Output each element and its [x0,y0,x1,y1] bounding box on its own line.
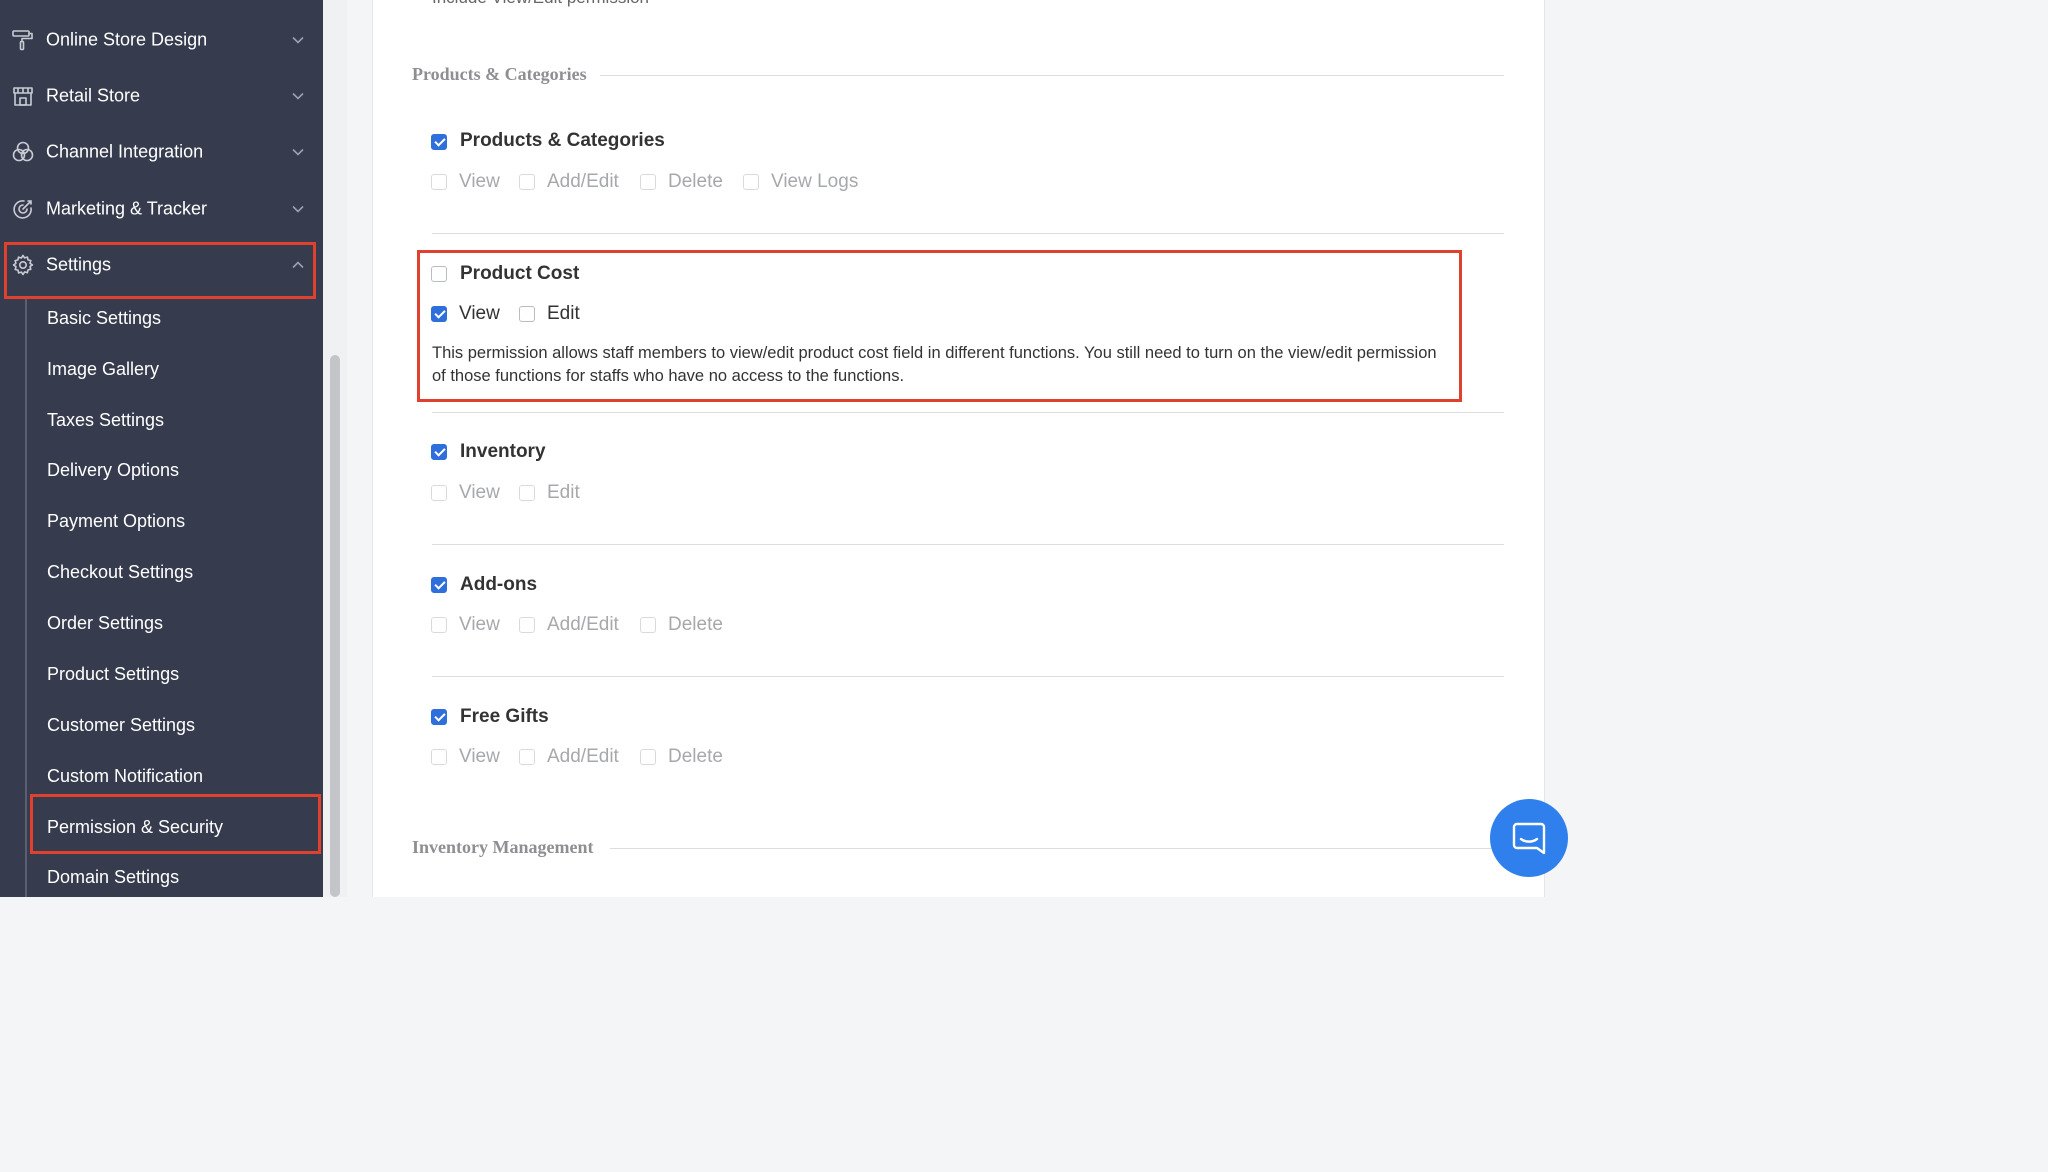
permission-title-inventory: Inventory [460,441,546,462]
submenu-item-basic-settings[interactable]: Basic Settings [47,308,161,329]
submenu-item-payment-options[interactable]: Payment Options [47,511,185,532]
inventory-view-checkbox[interactable] [431,485,447,501]
menu-label: Marketing & Tracker [46,198,208,219]
free-gifts-view-checkbox[interactable] [431,749,447,765]
section-divider [610,848,1504,849]
option-label: Add/Edit [547,171,619,192]
menu-item-marketing-tracker[interactable]: Marketing & Tracker [0,181,323,237]
row-divider [432,544,1504,545]
permission-title-addons: Add-ons [460,574,538,595]
permission-title-product-cost: Product Cost [460,263,580,284]
addons-checkbox[interactable] [431,577,447,593]
products-view-checkbox[interactable] [431,174,447,190]
option-label: View [459,482,500,503]
products-add-edit-checkbox[interactable] [519,174,535,190]
submenu-item-order-settings[interactable]: Order Settings [47,613,163,634]
menu-label: Channel Integration [46,141,204,162]
row-divider [432,676,1504,677]
product-cost-view-checkbox[interactable] [431,306,447,322]
cut-off-hint-text: Include View/Edit permission [432,0,649,8]
option-label: Add/Edit [547,746,619,767]
option-label: Edit [547,482,580,503]
option-label: View Logs [771,171,859,192]
addons-view-checkbox[interactable] [431,617,447,633]
product-cost-edit-checkbox[interactable] [519,306,535,322]
permission-title-free-gifts: Free Gifts [460,706,549,727]
chevron-up-icon [291,258,305,272]
products-categories-checkbox[interactable] [431,134,447,150]
section-title-products-categories: Products & Categories [412,64,587,85]
gear-icon [11,253,35,277]
products-view-logs-checkbox[interactable] [743,174,759,190]
chevron-down-icon [291,145,305,159]
submenu-item-taxes-settings[interactable]: Taxes Settings [47,410,164,431]
free-gifts-delete-checkbox[interactable] [640,749,656,765]
option-label: Edit [547,303,580,324]
sidebar-scrollbar-thumb[interactable] [330,355,340,897]
chat-icon [1509,818,1549,858]
menu-item-channel-integration[interactable]: Channel Integration [0,124,323,180]
products-delete-checkbox[interactable] [640,174,656,190]
storefront-icon [11,84,35,108]
option-label: Delete [668,614,723,635]
product-cost-checkbox[interactable] [431,266,447,282]
option-label: View [459,303,500,324]
menu-label: Settings [46,254,112,275]
section-divider [600,75,1504,76]
paint-roller-icon [11,28,35,52]
menu-item-retail-store[interactable]: Retail Store [0,68,323,124]
submenu-item-permission-security[interactable]: Permission & Security [47,817,223,838]
permission-title-products-categories: Products & Categories [460,130,665,151]
submenu-item-domain-settings[interactable]: Domain Settings [47,867,179,888]
option-label: Delete [668,746,723,767]
target-icon [11,197,35,221]
menu-label: Retail Store [46,85,141,106]
chat-launcher-button[interactable] [1490,799,1568,877]
section-title-inventory-management: Inventory Management [412,837,594,858]
addons-delete-checkbox[interactable] [640,617,656,633]
free-gifts-add-edit-checkbox[interactable] [519,749,535,765]
channels-icon [11,140,35,164]
sidebar: Online Store Design Retail Store Channel… [0,0,323,897]
submenu-line [25,298,27,897]
menu-item-online-store-design[interactable]: Online Store Design [0,12,323,68]
chevron-down-icon [291,33,305,47]
submenu-item-checkout-settings[interactable]: Checkout Settings [47,562,193,583]
submenu-item-product-settings[interactable]: Product Settings [47,664,179,685]
product-cost-description: This permission allows staff members to … [432,344,1437,385]
submenu-item-customer-settings[interactable]: Customer Settings [47,715,195,736]
option-label: Delete [668,171,723,192]
menu-item-settings[interactable]: Settings [0,237,323,293]
option-label: View [459,171,500,192]
chevron-down-icon [291,89,305,103]
addons-add-edit-checkbox[interactable] [519,617,535,633]
option-label: View [459,614,500,635]
submenu-item-delivery-options[interactable]: Delivery Options [47,460,179,481]
submenu-item-image-gallery[interactable]: Image Gallery [47,359,159,380]
row-divider [432,233,1504,234]
option-label: Add/Edit [547,614,619,635]
submenu-item-custom-notification[interactable]: Custom Notification [47,766,203,787]
inventory-edit-checkbox[interactable] [519,485,535,501]
menu-label: Online Store Design [46,29,208,50]
option-label: View [459,746,500,767]
inventory-checkbox[interactable] [431,444,447,460]
row-divider [432,412,1504,413]
chevron-down-icon [291,202,305,216]
free-gifts-checkbox[interactable] [431,709,447,725]
